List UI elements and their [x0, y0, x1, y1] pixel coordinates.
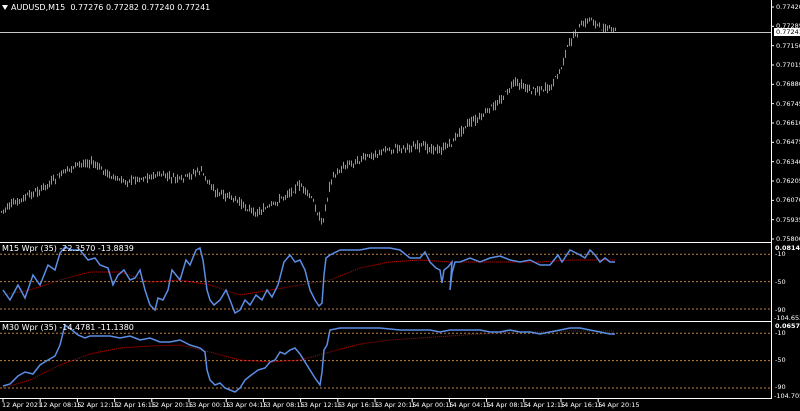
time-tick-label: 14 Apr 16:15 — [560, 401, 603, 409]
time-tick-label: 13 Apr 08:15 — [262, 401, 305, 409]
ind1-level-50: -50 — [775, 278, 786, 286]
indicator1-title: M15 Wpr (35) -22.3570 -13.8839 — [2, 244, 134, 253]
time-tick-label: 12 Apr 2021 — [2, 401, 43, 409]
price-tick-label: 0.76745 — [776, 99, 800, 108]
ind1-level-10: -10 — [775, 250, 786, 258]
price-tick-label: 0.76340 — [776, 157, 800, 166]
ohlc-values: 0.77276 0.77282 0.77240 0.77241 — [70, 3, 211, 12]
time-tick-label: 13 Apr 12:15 — [299, 401, 342, 409]
price-tick-label: 0.77285 — [776, 22, 800, 31]
time-tick-label: 13 Apr 04:15 — [225, 401, 268, 409]
time-tick-label: 14 Apr 04:15 — [448, 401, 491, 409]
time-tick-label: 12 Apr 16:15 — [113, 401, 156, 409]
ind2-bottom-label: -104.7058 — [774, 392, 800, 400]
symbol-header: AUDUSD,M15 0.77276 0.77282 0.77240 0.772… — [2, 3, 210, 12]
time-tick-label: 14 Apr 12:15 — [522, 401, 566, 409]
time-tick-label: 13 Apr 16:15 — [336, 401, 380, 409]
time-tick-label: 13 Apr 00:15 — [188, 401, 231, 409]
price-tick-label: 0.77150 — [776, 41, 800, 50]
price-tick-label: 0.76610 — [776, 119, 800, 127]
time-tick-label: 14 Apr 00:15 — [411, 401, 454, 409]
ind2-level-90: -90 — [775, 383, 786, 391]
ind1-level-90: -90 — [775, 306, 786, 314]
price-tick-label: 0.76205 — [776, 177, 800, 185]
symbol-label: AUDUSD,M15 — [11, 3, 66, 12]
price-tick-label: 0.76880 — [776, 80, 800, 89]
trading-chart[interactable] — [0, 0, 800, 411]
time-tick-label: 14 Apr 20:15 — [597, 401, 640, 409]
price-tick-label: 0.75935 — [776, 215, 800, 224]
price-tick-label: 0.76070 — [776, 196, 800, 205]
ind2-level-10: -10 — [775, 329, 786, 337]
ind2-level-50: -50 — [775, 356, 786, 364]
price-tick-label: 0.77420 — [776, 3, 800, 11]
time-tick-label: 12 Apr 08:15 — [39, 401, 82, 409]
price-tick-label: 0.76475 — [776, 138, 800, 147]
time-tick-label: 12 Apr 20:15 — [150, 401, 194, 409]
indicator2-title: M30 Wpr (35) -14.4781 -11.1380 — [2, 323, 134, 332]
price-tick-label: 0.77015 — [776, 61, 800, 69]
time-tick-label: 13 Apr 20:15 — [374, 401, 417, 409]
price-tick-label: 0.75800 — [776, 235, 800, 243]
ind2-prev-label: -104.6526 — [774, 314, 800, 322]
time-tick-label: 14 Apr 08:15 — [485, 401, 528, 409]
chart-menu-icon[interactable] — [2, 5, 8, 10]
time-tick-label: 12 Apr 12:15 — [76, 401, 119, 409]
